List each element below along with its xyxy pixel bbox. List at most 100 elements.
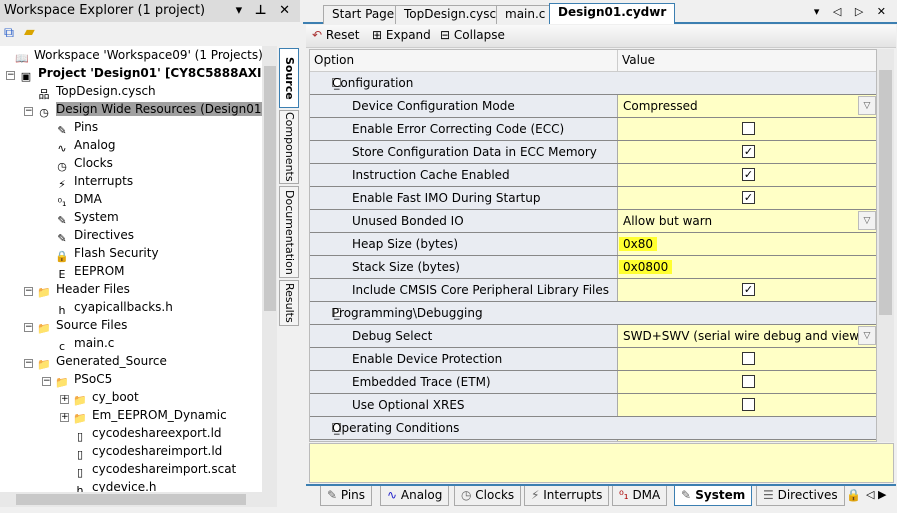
checkbox-checked[interactable]: ✓	[742, 168, 755, 181]
column-header-value[interactable]: Value	[618, 50, 876, 72]
expand-icon[interactable]: +	[60, 413, 69, 422]
scroll-thumb[interactable]	[879, 70, 892, 315]
tree-item-label: Em_EEPROM_Dynamic	[92, 408, 227, 422]
tree-item[interactable]: + 📁 Em_EEPROM_Dynamic	[60, 406, 227, 425]
collapse-icon[interactable]: −	[42, 377, 51, 386]
checkbox-checked[interactable]: ✓	[742, 145, 755, 158]
value-cell[interactable]: ✓	[618, 141, 876, 163]
tree-item[interactable]: − 📁 PSoC5	[42, 370, 112, 389]
tab-directives[interactable]: ☰ Directives	[756, 486, 845, 506]
checkbox-checked[interactable]: ✓	[742, 283, 755, 296]
tree-item[interactable]: 📖 Workspace 'Workspace09' (1 Projects)	[15, 46, 262, 65]
tree-item[interactable]: ⚡ Interrupts	[55, 172, 133, 191]
collapse-button[interactable]: ⊟ Collapse	[440, 28, 505, 42]
tab-topdesign-cysch[interactable]: TopDesign.cysch	[395, 5, 513, 24]
value-cell[interactable]: 0x0800	[618, 256, 876, 278]
tree-item[interactable]: h cydevice.h	[73, 478, 157, 492]
checkbox-checked[interactable]: ✓	[742, 191, 755, 204]
property-row: Enable Fast IMO During Startup ✓	[310, 187, 876, 210]
collapse-icon[interactable]: −	[24, 107, 33, 116]
side-tabs: Source Components Documentation Results	[277, 46, 299, 506]
tree-item[interactable]: −◷ Design Wide Resources (Design01.cydwr)	[24, 100, 262, 119]
tree-item[interactable]: − 📁 Generated_Source	[24, 352, 167, 371]
scroll-thumb[interactable]	[264, 66, 276, 311]
tree-item[interactable]: − 📁 Source Files	[24, 316, 127, 335]
tab-controls[interactable]: ▾ ◁ ▷ ✕	[814, 5, 891, 18]
tab-interrupts[interactable]: ⚡ Interrupts	[524, 486, 610, 506]
value-cell[interactable]	[618, 118, 876, 140]
tree-item[interactable]: ◷ Clocks	[55, 154, 113, 173]
tree-item[interactable]: ✎ Pins	[55, 118, 98, 137]
property-row: Enable Error Correcting Code (ECC)	[310, 118, 876, 141]
collapse-icon[interactable]: −	[24, 359, 33, 368]
value-cell[interactable]	[618, 371, 876, 393]
tab-dma[interactable]: ⁰₁ DMA	[612, 486, 668, 506]
tree-item[interactable]: E EEPROM	[55, 262, 125, 281]
value-cell[interactable]: Compressed ▽	[618, 95, 876, 117]
checkbox-unchecked[interactable]	[742, 352, 755, 365]
tree-item-label: cydevice.h	[92, 480, 157, 492]
category-row[interactable]: − Operating Conditions	[310, 417, 876, 440]
resource-tabs: 🔒 ◁ ▶ ✎ Pins ∿ Analog ◷ Clocks ⚡ Interrupts…	[306, 484, 896, 506]
value-cell[interactable]	[618, 440, 876, 441]
expand-icon: ⊞	[372, 28, 383, 42]
value-cell[interactable]: ✓	[618, 187, 876, 209]
tree-item[interactable]: ⁰₁ DMA	[55, 190, 102, 209]
collapse-projects-icon[interactable]: ⧉	[4, 25, 14, 41]
pane-controls[interactable]: ▾ ⊥ ✕	[236, 3, 294, 18]
checkbox-unchecked[interactable]	[742, 375, 755, 388]
tree-item[interactable]: h cyapicallbacks.h	[55, 298, 173, 317]
value-cell[interactable]	[618, 394, 876, 416]
tab-start-page[interactable]: Start Page	[323, 5, 404, 24]
collapse-icon[interactable]: −	[24, 287, 33, 296]
chevron-down-icon[interactable]: ▽	[858, 326, 876, 345]
category-row[interactable]: − Configuration	[310, 72, 876, 95]
tab-pins[interactable]: ✎ Pins	[320, 486, 373, 506]
side-tab-source[interactable]: Source	[279, 48, 299, 108]
collapse-icon[interactable]: −	[24, 323, 33, 332]
side-tab-documentation[interactable]: Documentation	[279, 186, 299, 278]
checkbox-unchecked[interactable]	[742, 398, 755, 411]
tree-item-label: Clocks	[74, 156, 113, 170]
tree-item[interactable]: c main.c	[55, 334, 114, 353]
chevron-down-icon[interactable]: ▽	[858, 211, 876, 230]
tab-analog[interactable]: ∿ Analog	[380, 486, 450, 506]
value-cell[interactable]: 0x80	[618, 233, 876, 255]
value-cell[interactable]: ✓	[618, 279, 876, 301]
tree-item[interactable]: − 📁 Header Files	[24, 280, 130, 299]
tree-item[interactable]: ✎ Directives	[55, 226, 134, 245]
tree-item[interactable]: ∿ Analog	[55, 136, 115, 155]
expand-button[interactable]: ⊞ Expand	[372, 28, 431, 42]
chevron-down-icon[interactable]: ▽	[858, 96, 876, 115]
tab-clocks[interactable]: ◷ Clocks	[454, 486, 522, 506]
collapse-folders-icon[interactable]: ▰	[24, 24, 35, 40]
value-cell[interactable]: ✓	[618, 164, 876, 186]
value-cell[interactable]: Allow but warn ▽	[618, 210, 876, 232]
value-cell[interactable]: SWD+SWV (serial wire debug and viewer) ▽	[618, 325, 876, 347]
tree-item-label: Generated_Source	[56, 354, 167, 368]
tab-system[interactable]: ✎ System	[674, 486, 753, 506]
category-row[interactable]: − Programming\Debugging	[310, 302, 876, 325]
checkbox-unchecked[interactable]	[742, 122, 755, 135]
tree-item[interactable]: ▯ cycodeshareimport.ld	[73, 442, 222, 461]
tab-design01-cydwr[interactable]: Design01.cydwr	[549, 3, 676, 24]
tree-item[interactable]: 🔒 Flash Security	[55, 244, 158, 263]
folder-icon: 📁	[37, 286, 51, 299]
flash-security-tab-icon[interactable]: 🔒	[846, 488, 861, 502]
tree-item[interactable]: ▯ cycodeshareimport.scat	[73, 460, 236, 479]
tab-scroll-arrows[interactable]: ◁ ▶	[866, 488, 886, 501]
side-tab-components[interactable]: Components	[279, 110, 299, 184]
tree-item[interactable]: ▯ cycodeshareexport.ld	[73, 424, 222, 443]
tree-item[interactable]: 品 TopDesign.cysch	[37, 82, 156, 101]
collapse-icon[interactable]: −	[6, 71, 15, 80]
column-header-option[interactable]: Option	[310, 50, 618, 72]
expand-icon[interactable]: +	[60, 395, 69, 404]
scroll-thumb[interactable]	[16, 494, 246, 505]
side-tab-results[interactable]: Results	[279, 280, 299, 326]
tree-item[interactable]: + 📁 cy_boot	[60, 388, 139, 407]
tree-item[interactable]: −▣ Project 'Design01' [CY8C5888AXI-LP096]	[6, 64, 262, 83]
tree-item[interactable]: ✎ System	[55, 208, 118, 227]
tab-main-c[interactable]: main.c	[496, 5, 555, 24]
reset-button[interactable]: ↶ Reset	[312, 28, 359, 42]
value-cell[interactable]	[618, 348, 876, 370]
